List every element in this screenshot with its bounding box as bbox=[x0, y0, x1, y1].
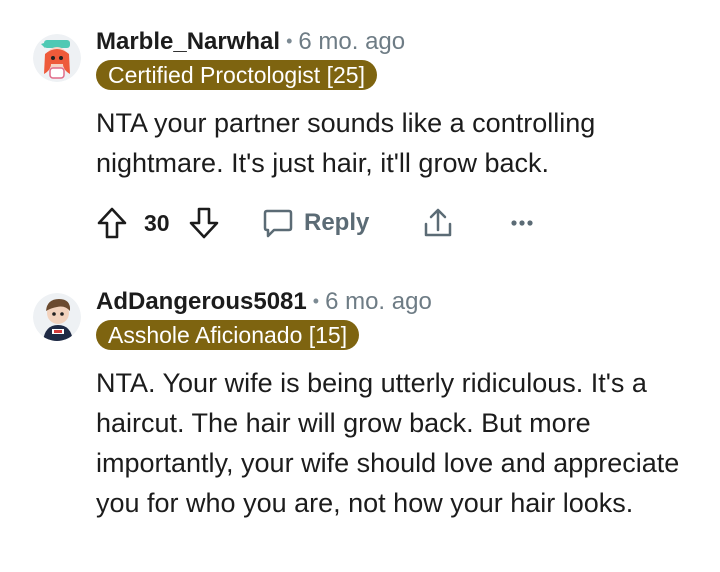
user-avatar-icon[interactable] bbox=[33, 293, 81, 341]
score-label: 30 bbox=[144, 209, 170, 236]
comment-age: 6 mo. ago bbox=[298, 28, 406, 55]
separator-dot: • bbox=[312, 291, 320, 311]
comment-body: NTA your partner sounds like a controlli… bbox=[96, 108, 596, 178]
more-dots-icon bbox=[511, 220, 533, 226]
user-flair: Asshole Aficionado [15] bbox=[96, 320, 360, 350]
username[interactable]: AdDangerous5081 bbox=[96, 288, 307, 315]
reply-button[interactable]: Reply bbox=[262, 201, 369, 245]
share-icon bbox=[424, 208, 452, 237]
chat-bubble-icon bbox=[263, 209, 293, 238]
separator-dot: • bbox=[286, 31, 293, 51]
vote-score: 30 bbox=[144, 201, 170, 245]
username[interactable]: Marble_Narwhal bbox=[96, 28, 280, 55]
user-flair: Certified Proctologist [25] bbox=[96, 60, 377, 90]
arrow-up-icon bbox=[97, 207, 127, 239]
share-button[interactable] bbox=[421, 201, 455, 245]
downvote-button[interactable] bbox=[188, 201, 220, 245]
comment-1: Marble_Narwhal • 6 mo. ago Certified Proct… bbox=[0, 0, 720, 260]
comment-age: 6 mo. ago bbox=[325, 288, 432, 315]
reply-label: Reply bbox=[304, 209, 370, 236]
more-options-button[interactable] bbox=[510, 201, 534, 245]
comment-meta: AdDangerous5081 • 6 mo. ago bbox=[96, 286, 432, 318]
comment-2: AdDangerous5081 • 6 mo. ago Asshole Aficio… bbox=[0, 260, 720, 572]
narwhal-avatar-icon[interactable] bbox=[33, 34, 81, 82]
comment-body: NTA. Your wife is being utterly ridiculo… bbox=[96, 368, 680, 518]
arrow-down-icon bbox=[189, 207, 219, 239]
comment-meta: Marble_Narwhal • 6 mo. ago bbox=[96, 26, 405, 58]
comment-actions: 30 Reply bbox=[96, 201, 556, 245]
upvote-button[interactable] bbox=[96, 201, 128, 245]
